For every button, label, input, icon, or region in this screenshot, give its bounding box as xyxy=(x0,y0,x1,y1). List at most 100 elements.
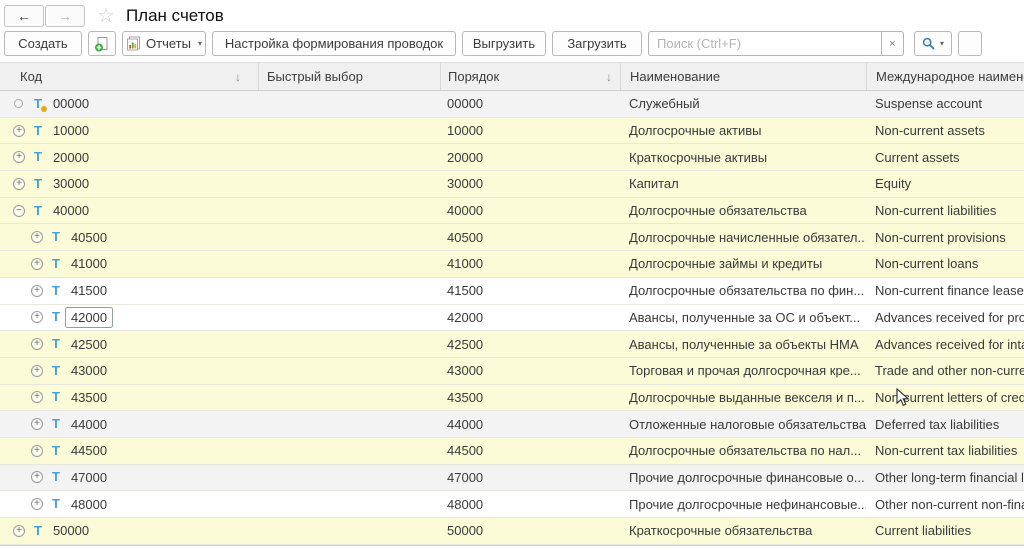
cell-international-name[interactable]: Non-current letters of cred xyxy=(866,385,1024,411)
posting-setup-button[interactable]: Настройка формирования проводок xyxy=(212,31,456,56)
cell-international-name[interactable]: Non-current tax liabilities xyxy=(866,438,1024,464)
cell-international-name[interactable]: Current liabilities xyxy=(866,518,1024,544)
cell-quick-pick[interactable] xyxy=(258,198,440,224)
cell-name[interactable]: Долгосрочные активы xyxy=(620,118,866,144)
table-row[interactable]: + Т 42500 42500 Авансы, полученные за об… xyxy=(0,331,1024,358)
cell-name[interactable]: Долгосрочные обязательства xyxy=(620,198,866,224)
cell-quick-pick[interactable] xyxy=(258,358,440,384)
expander-icon[interactable]: + xyxy=(31,365,43,377)
cell-quick-pick[interactable] xyxy=(258,331,440,357)
cell-international-name[interactable]: Advances received for prop xyxy=(866,305,1024,331)
cell-name[interactable]: Отложенные налоговые обязательства xyxy=(620,411,866,437)
cell-code[interactable]: + Т 42000 xyxy=(0,305,258,331)
cell-order[interactable]: 48000 xyxy=(440,491,620,517)
cell-name[interactable]: Авансы, полученные за ОС и объект... xyxy=(620,305,866,331)
expander-icon[interactable]: + xyxy=(31,418,43,430)
table-row[interactable]: + Т 42000 42000 Авансы, полученные за ОС… xyxy=(0,305,1024,332)
cell-code[interactable]: + Т 44500 xyxy=(0,438,258,464)
cell-code[interactable]: + Т 50000 xyxy=(0,518,258,544)
cell-order[interactable]: 41000 xyxy=(440,251,620,277)
cell-quick-pick[interactable] xyxy=(258,518,440,544)
cell-order[interactable]: 42000 xyxy=(440,305,620,331)
table-row[interactable]: + Т 43500 43500 Долгосрочные выданные ве… xyxy=(0,385,1024,412)
cell-order[interactable]: 20000 xyxy=(440,144,620,170)
cell-quick-pick[interactable] xyxy=(258,251,440,277)
search-input[interactable] xyxy=(648,31,882,56)
import-button[interactable]: Загрузить xyxy=(552,31,642,56)
cell-international-name[interactable]: Non-current provisions xyxy=(866,224,1024,250)
cell-order[interactable]: 40000 xyxy=(440,198,620,224)
expander-icon[interactable]: + xyxy=(13,151,25,163)
cell-name[interactable]: Авансы, полученные за объекты НМА xyxy=(620,331,866,357)
column-header-international-name[interactable]: Международное наименование xyxy=(866,63,1024,90)
cell-name[interactable]: Долгосрочные начисленные обязател... xyxy=(620,224,866,250)
cell-name[interactable]: Капитал xyxy=(620,171,866,197)
table-row[interactable]: + Т 41500 41500 Долгосрочные обязательст… xyxy=(0,278,1024,305)
favorite-star-icon[interactable]: ☆ xyxy=(97,6,115,26)
cell-name[interactable]: Торговая и прочая долгосрочная кре... xyxy=(620,358,866,384)
table-row[interactable]: + Т 44000 44000 Отложенные налоговые обя… xyxy=(0,411,1024,438)
column-header-order[interactable]: Порядок ↓ xyxy=(440,63,620,90)
more-toolbar-button[interactable] xyxy=(958,31,982,56)
expander-icon[interactable]: − xyxy=(13,205,25,217)
empty-circle-icon[interactable] xyxy=(14,99,23,108)
cell-code[interactable]: + Т 20000 xyxy=(0,144,258,170)
cell-order[interactable]: 42500 xyxy=(440,331,620,357)
cell-quick-pick[interactable] xyxy=(258,465,440,491)
cell-name[interactable]: Служебный xyxy=(620,91,866,117)
cell-order[interactable]: 00000 xyxy=(440,91,620,117)
cell-code[interactable]: − Т 40000 xyxy=(0,198,258,224)
cell-code[interactable]: + Т 48000 xyxy=(0,491,258,517)
search-clear-button[interactable]: × xyxy=(882,31,904,56)
back-button[interactable]: ← xyxy=(4,5,44,27)
cell-international-name[interactable]: Non-current finance lease xyxy=(866,278,1024,304)
table-row[interactable]: + Т 48000 48000 Прочие долгосрочные нефи… xyxy=(0,491,1024,518)
cell-order[interactable]: 40500 xyxy=(440,224,620,250)
cell-name[interactable]: Прочие долгосрочные финансовые о... xyxy=(620,465,866,491)
cell-code[interactable]: + Т 43500 xyxy=(0,385,258,411)
table-row[interactable]: Т 00000 00000 Служебный Suspense account xyxy=(0,91,1024,118)
cell-quick-pick[interactable] xyxy=(258,224,440,250)
search-options-button[interactable]: ▾ xyxy=(914,31,952,56)
create-group-button[interactable] xyxy=(88,31,116,56)
expander-icon[interactable]: + xyxy=(31,445,43,457)
cell-order[interactable]: 47000 xyxy=(440,465,620,491)
cell-order[interactable]: 44000 xyxy=(440,411,620,437)
cell-code[interactable]: + Т 40500 xyxy=(0,224,258,250)
expander-icon[interactable]: + xyxy=(31,391,43,403)
expander-icon[interactable]: + xyxy=(13,525,25,537)
cell-quick-pick[interactable] xyxy=(258,385,440,411)
expander-icon[interactable]: + xyxy=(31,285,43,297)
table-row[interactable]: + Т 10000 10000 Долгосрочные активы Non-… xyxy=(0,118,1024,145)
cell-international-name[interactable]: Advances received for inta xyxy=(866,331,1024,357)
column-header-code[interactable]: Код ↓ xyxy=(0,63,258,90)
table-row[interactable]: + Т 43000 43000 Торговая и прочая долгос… xyxy=(0,358,1024,385)
cell-name[interactable]: Долгосрочные выданные векселя и п... xyxy=(620,385,866,411)
expander-icon[interactable]: + xyxy=(31,498,43,510)
cell-international-name[interactable]: Trade and other non-curre xyxy=(866,358,1024,384)
cell-code[interactable]: + Т 42500 xyxy=(0,331,258,357)
cell-international-name[interactable]: Suspense account xyxy=(866,91,1024,117)
forward-button[interactable]: → xyxy=(45,5,85,27)
table-row[interactable]: + Т 50000 50000 Краткосрочные обязательс… xyxy=(0,518,1024,545)
cell-order[interactable]: 44500 xyxy=(440,438,620,464)
cell-international-name[interactable]: Current assets xyxy=(866,144,1024,170)
cell-order[interactable]: 41500 xyxy=(440,278,620,304)
table-row[interactable]: + Т 44500 44500 Долгосрочные обязательст… xyxy=(0,438,1024,465)
cell-international-name[interactable]: Non-current assets xyxy=(866,118,1024,144)
cell-international-name[interactable]: Non-current liabilities xyxy=(866,198,1024,224)
cell-code[interactable]: + Т 44000 xyxy=(0,411,258,437)
table-row[interactable]: + Т 30000 30000 Капитал Equity xyxy=(0,171,1024,198)
cell-quick-pick[interactable] xyxy=(258,91,440,117)
cell-order[interactable]: 43000 xyxy=(440,358,620,384)
expander-icon[interactable]: + xyxy=(31,231,43,243)
cell-name[interactable]: Краткосрочные обязательства xyxy=(620,518,866,544)
cell-code[interactable]: Т 00000 xyxy=(0,91,258,117)
expander-icon[interactable]: + xyxy=(31,311,43,323)
cell-code[interactable]: + Т 41500 xyxy=(0,278,258,304)
expander-icon[interactable]: + xyxy=(13,125,25,137)
cell-international-name[interactable]: Equity xyxy=(866,171,1024,197)
cell-quick-pick[interactable] xyxy=(258,438,440,464)
cell-quick-pick[interactable] xyxy=(258,411,440,437)
cell-quick-pick[interactable] xyxy=(258,171,440,197)
